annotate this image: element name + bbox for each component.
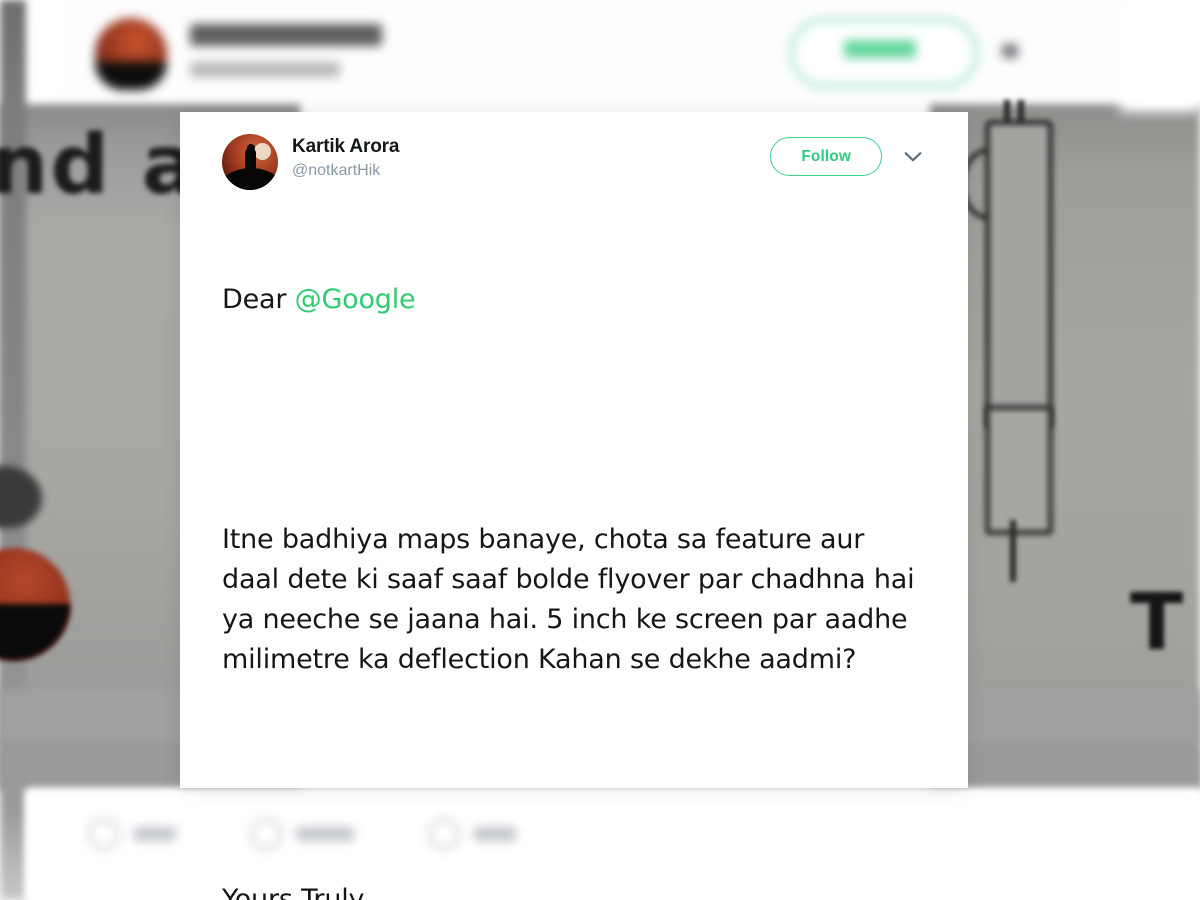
tweet-salutation: Dear @Google bbox=[222, 280, 926, 320]
avatar[interactable] bbox=[222, 134, 278, 190]
avatar-moon-shape bbox=[254, 143, 271, 160]
background-big-text-left: nd a bbox=[0, 118, 199, 213]
background-header-handle bbox=[190, 62, 340, 77]
background-header-avatar-silhouette bbox=[95, 62, 167, 90]
background-header-name bbox=[190, 24, 382, 46]
background-pole-icon bbox=[1010, 520, 1016, 582]
avatar-head-silhouette bbox=[247, 144, 255, 152]
tweet-paragraph-1: Itne badhiya maps banaye, chota sa featu… bbox=[222, 524, 923, 675]
background-reply-icon bbox=[88, 818, 120, 850]
header-actions: Follow bbox=[770, 134, 926, 176]
display-name[interactable]: Kartik Arora bbox=[292, 135, 399, 158]
background-big-text-right: T bbox=[1130, 578, 1184, 668]
tweet-body: Dear @Google Itne badhiya maps banaye, c… bbox=[222, 200, 926, 900]
author-name-block: Kartik Arora @notkartHik bbox=[292, 134, 399, 181]
follow-button[interactable]: Follow bbox=[770, 137, 882, 176]
mention-link[interactable]: @Google bbox=[295, 284, 416, 315]
user-handle[interactable]: @notkartHik bbox=[292, 160, 399, 181]
background-top-right-wash bbox=[1120, 0, 1200, 112]
tweet-signoff-line-1: Yours Truly, bbox=[222, 884, 373, 900]
background-reply-count bbox=[134, 827, 176, 841]
background-box-shape bbox=[985, 405, 1053, 535]
avatar-ground-silhouette bbox=[222, 168, 278, 190]
background-box-shape bbox=[985, 120, 1053, 430]
tweet-card: Kartik Arora @notkartHik Follow Dear @Go… bbox=[180, 112, 968, 900]
salutation-prefix: Dear bbox=[222, 284, 295, 315]
background-action-reply bbox=[88, 818, 176, 850]
chevron-down-icon[interactable] bbox=[900, 144, 926, 170]
tweet-header: Kartik Arora @notkartHik Follow bbox=[222, 112, 926, 190]
screenshot-root: nd a T Kartik Arora @notkartHik Follow D… bbox=[0, 0, 1200, 900]
background-follow-label bbox=[844, 40, 916, 58]
background-tweet-header bbox=[62, 0, 1140, 118]
background-chevron-down-icon bbox=[1002, 44, 1018, 58]
